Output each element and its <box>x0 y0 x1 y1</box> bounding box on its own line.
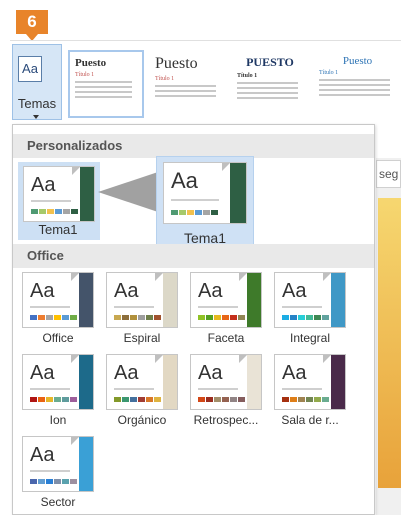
preview-line <box>114 388 154 390</box>
page-fold-icon <box>323 355 331 363</box>
page-fold-icon <box>323 273 331 281</box>
theme-label: Integral <box>289 331 331 345</box>
preview-line <box>282 388 322 390</box>
color-swatches <box>30 479 78 484</box>
theme-accent-strip <box>79 273 93 327</box>
page-fold-icon <box>239 273 247 281</box>
theme-label: Orgánico <box>117 413 167 427</box>
document-text-fragment: seg <box>376 160 401 188</box>
theme-accent-strip <box>163 273 177 327</box>
page-fold-icon <box>71 355 79 363</box>
color-swatches <box>198 315 246 320</box>
theme-accent-strip <box>79 437 93 491</box>
theme-preview-text: Aa <box>282 362 307 384</box>
preview-line <box>30 388 70 390</box>
theme-preview-text: Aa <box>31 174 56 196</box>
theme-tile-orgánico[interactable]: Aa <box>106 354 178 410</box>
style-set-title: Puesto <box>342 55 373 67</box>
temas-label: Temas <box>17 96 57 111</box>
color-swatches <box>114 315 162 320</box>
theme-tile-office[interactable]: Aa <box>22 272 94 328</box>
theme-preview-text: Aa <box>198 362 223 384</box>
style-set-subtitle: Título 1 <box>237 73 258 79</box>
themes-icon: Aa <box>18 56 42 82</box>
theme-accent-strip <box>331 273 345 327</box>
theme-preview-text: Aa <box>114 362 139 384</box>
theme-preview-text: Aa <box>282 280 307 302</box>
theme-preview-text: Aa <box>30 280 55 302</box>
drag-preview-thumbnail: Aa <box>163 162 247 224</box>
preview-line <box>198 306 238 308</box>
page-fold-icon <box>155 273 163 281</box>
drag-pointer-shape <box>98 172 158 212</box>
theme-accent-strip <box>163 355 177 409</box>
theme-accent-strip <box>247 355 261 409</box>
document-image-fragment <box>378 198 401 488</box>
step-badge: 6 <box>16 10 48 41</box>
page-fold-icon <box>239 355 247 363</box>
color-swatches <box>30 315 78 320</box>
custom-section-header: Personalizados <box>13 134 374 158</box>
style-set-4[interactable]: Puesto Título 1 <box>314 50 401 118</box>
theme-preview-text: Aa <box>171 168 198 193</box>
dropdown-arrow-icon <box>33 115 39 119</box>
page-fold-icon <box>155 355 163 363</box>
page-fold-icon <box>71 437 79 445</box>
theme-label: Retrospec... <box>193 413 259 427</box>
theme-tile-retrospec[interactable]: Aa <box>190 354 262 410</box>
style-set-3[interactable]: PUESTO Título 1 <box>232 50 308 118</box>
color-swatches <box>198 397 246 402</box>
style-set-title: Puesto <box>75 57 107 69</box>
page-fold-icon <box>71 273 79 281</box>
preview-line <box>114 306 154 308</box>
color-swatches <box>171 210 219 215</box>
theme-accent-strip <box>331 355 345 409</box>
theme-preview-text: Aa <box>198 280 223 302</box>
theme-preview-text: Aa <box>114 280 139 302</box>
style-set-subtitle: Título 1 <box>75 72 95 78</box>
color-swatches <box>31 209 79 214</box>
style-set-title: PUESTO <box>246 55 294 69</box>
theme-preview-text: Aa <box>30 444 55 466</box>
color-swatches <box>30 397 78 402</box>
theme-label: Ion <box>49 413 67 427</box>
color-swatches <box>114 397 162 402</box>
theme-accent-strip <box>247 273 261 327</box>
theme-thumbnail-tema1: Aa <box>23 166 95 222</box>
theme-tile-faceta[interactable]: Aa <box>190 272 262 328</box>
preview-line <box>30 470 70 472</box>
office-section-header: Office <box>13 244 374 268</box>
style-set-subtitle: Título 1 <box>319 70 339 76</box>
theme-preview-text: Aa <box>30 362 55 384</box>
theme-label: Espiral <box>123 331 161 345</box>
style-set-1[interactable]: Puesto Título 1 <box>68 50 144 118</box>
theme-accent-strip <box>79 355 93 409</box>
theme-tile-integral[interactable]: Aa <box>274 272 346 328</box>
style-set-subtitle: Título 1 <box>155 76 175 82</box>
style-set-title: Puesto <box>155 55 198 72</box>
style-set-2[interactable]: Puesto Título 1 <box>150 50 226 118</box>
color-swatches <box>282 397 330 402</box>
theme-label: Tema1 <box>38 222 78 237</box>
preview-line <box>282 306 322 308</box>
color-swatches <box>282 315 330 320</box>
theme-label: Faceta <box>207 331 245 345</box>
theme-label: Office <box>42 331 74 345</box>
theme-label: Sector <box>40 495 76 509</box>
theme-tile-sector[interactable]: Aa <box>22 436 94 492</box>
theme-label: Sala de r... <box>281 413 339 427</box>
theme-tile-sala-de-r[interactable]: Aa <box>274 354 346 410</box>
theme-tile-espiral[interactable]: Aa <box>106 272 178 328</box>
preview-line <box>30 306 70 308</box>
theme-tile-ion[interactable]: Aa <box>22 354 94 410</box>
preview-line <box>198 388 238 390</box>
